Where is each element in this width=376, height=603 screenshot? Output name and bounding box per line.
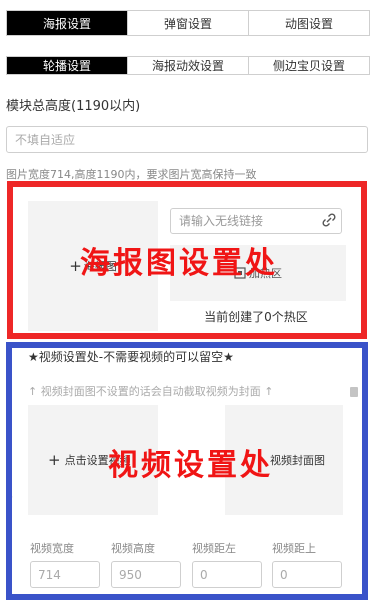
tab-poster-settings[interactable]: 海报设置	[7, 11, 127, 35]
sub-tabs: 轮播设置 海报动效设置 侧边宝贝设置	[6, 56, 370, 75]
tab-popup-settings[interactable]: 弹窗设置	[127, 11, 248, 35]
module-height-label: 模块总高度(1190以内)	[6, 99, 141, 114]
poster-settings-caption: 海报图设置处	[80, 246, 278, 281]
tab-gif-settings[interactable]: 动图设置	[248, 11, 369, 35]
tab-side-product-settings[interactable]: 侧边宝贝设置	[248, 57, 369, 74]
video-settings-caption: 视频设置处	[108, 448, 273, 483]
tab-carousel-settings[interactable]: 轮播设置	[7, 57, 127, 74]
main-tabs: 海报设置 弹窗设置 动图设置	[6, 10, 370, 36]
tab-poster-animation-settings[interactable]: 海报动效设置	[127, 57, 248, 74]
module-height-input[interactable]	[6, 126, 368, 153]
